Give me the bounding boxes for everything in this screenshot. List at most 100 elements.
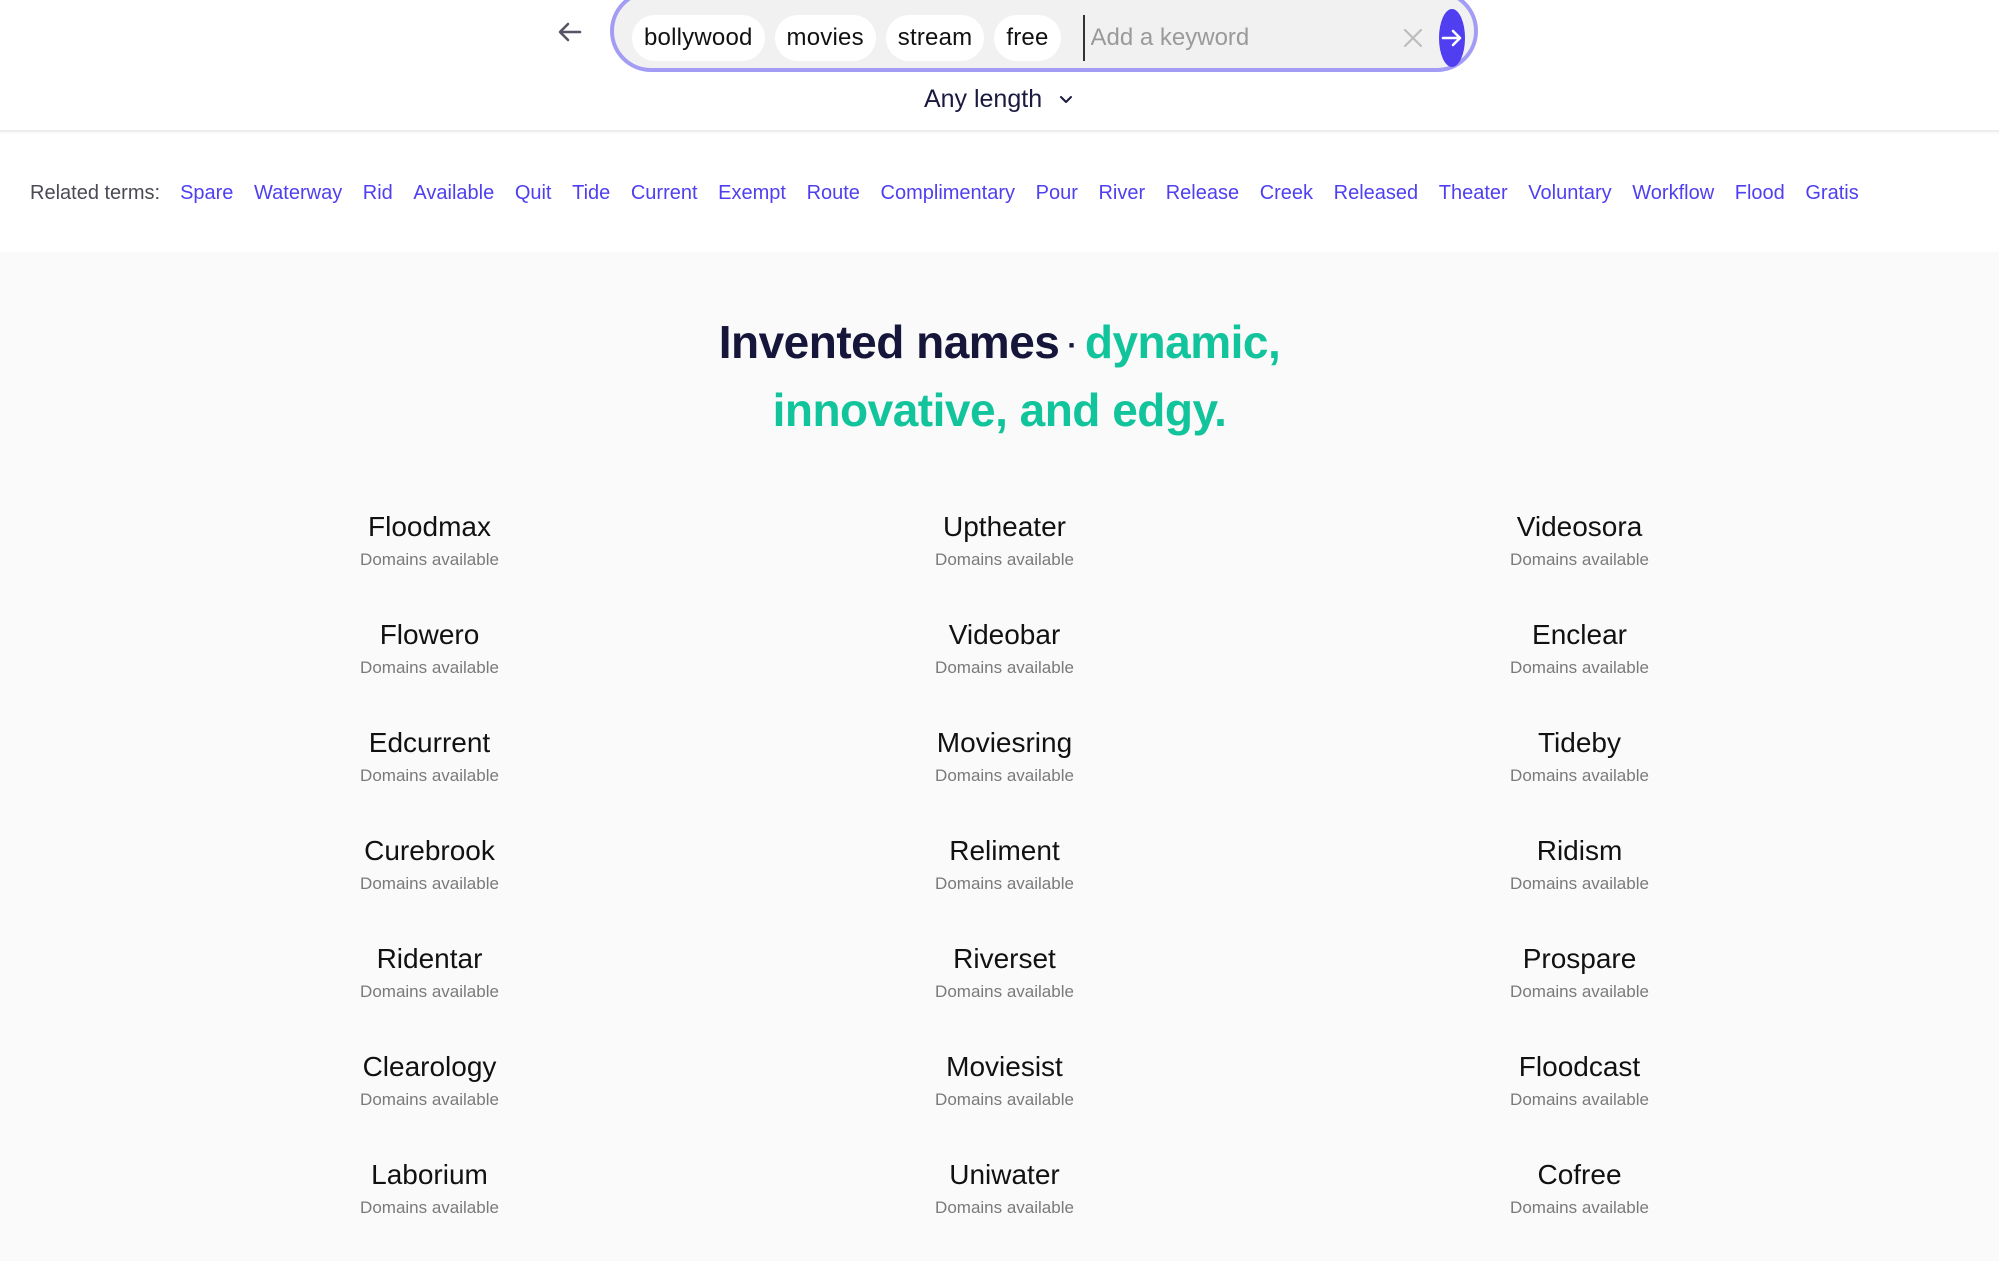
name-result[interactable]: Moviesist Domains available [717,1045,1292,1153]
related-term-link[interactable]: Voluntary [1528,182,1611,205]
result-name: Floodcast [1518,1051,1641,1082]
name-result[interactable]: Prospare Domains available [1292,937,1867,1045]
name-result[interactable]: Videosora Domains available [1292,505,1867,613]
search-submit-button[interactable] [1438,9,1465,67]
name-result[interactable]: Riverset Domains available [717,937,1292,1045]
related-term-link[interactable]: Tide [572,182,610,205]
result-name: Ridentar [376,943,483,974]
name-result[interactable]: Floodmax Domains available [142,505,717,613]
result-name: Curebrook [364,835,495,866]
result-status: Domains available [935,766,1074,785]
name-result[interactable]: Ridism Domains available [1292,829,1867,937]
related-term-link[interactable]: River [1098,182,1145,205]
related-term-link[interactable]: Available [413,182,494,205]
related-term-link[interactable]: Release [1166,182,1239,205]
chevron-down-icon [1060,96,1073,104]
result-name: Videosora [1516,511,1643,542]
name-result[interactable]: Laborium Domains available [142,1153,717,1261]
name-result[interactable]: Edcurrent Domains available [142,721,717,829]
heading-tagline-line2: innovative, and edgy. [772,383,1227,436]
arrow-left-icon [558,22,582,42]
related-term-link[interactable]: Workflow [1632,182,1714,205]
keyword-chip[interactable]: bollywood [632,15,765,61]
result-name: Cofree [1537,1159,1622,1190]
results-row: Clearology Domains available Moviesist Dom… [0,1045,1999,1153]
section-heading: Invented names · dynamic, innovative, and … [0,310,1999,442]
result-status: Domains available [1510,1198,1649,1217]
name-result[interactable]: Curebrook Domains available [142,829,717,937]
result-name: Clearology [362,1051,497,1082]
name-result[interactable]: Clearology Domains available [142,1045,717,1153]
heading-title: Invented names [718,316,1060,368]
related-term-link[interactable]: Flood [1735,182,1785,205]
result-status: Domains available [935,1198,1074,1217]
keyword-search-bar: bollywood movies stream free [610,0,1478,72]
result-status: Domains available [360,874,499,893]
result-name: Uniwater [949,1159,1060,1190]
name-result[interactable]: Ridentar Domains available [142,937,717,1045]
result-name: Flowero [379,619,480,650]
related-term-link[interactable]: Theater [1439,182,1508,205]
result-name: Floodmax [368,511,491,542]
related-term-link[interactable]: Current [631,182,698,205]
clear-button[interactable] [1401,18,1425,58]
heading-separator: · [1067,328,1077,362]
result-status: Domains available [360,1090,499,1109]
related-term-link[interactable]: Exempt [718,182,786,205]
related-term-link[interactable]: Released [1334,182,1419,205]
related-term-link[interactable]: Rid [363,182,393,205]
result-status: Domains available [935,658,1074,677]
related-term-link[interactable]: Quit [515,182,552,205]
results-row: Edcurrent Domains available Moviesring Dom… [0,721,1999,829]
keyword-chip[interactable]: movies [774,15,876,61]
related-terms-label: Related terms: [30,181,161,204]
keyword-chip[interactable]: stream [885,15,985,61]
related-term-link[interactable]: Complimentary [881,182,1015,205]
result-name: Edcurrent [368,727,491,758]
keyword-chip[interactable]: free [994,15,1061,61]
related-term-link[interactable]: Route [807,182,860,205]
name-result[interactable]: Floodcast Domains available [1292,1045,1867,1153]
name-result[interactable]: Moviesring Domains available [717,721,1292,829]
related-term-link[interactable]: Waterway [254,182,342,205]
related-term-link[interactable]: Creek [1260,182,1313,205]
related-terms-bar: Related terms: Spare Waterway Rid Availa… [0,134,1999,252]
search-header: bollywood movies stream free Any length [0,0,1999,132]
results-row: Flowero Domains available Videobar Domains… [0,613,1999,721]
name-result[interactable]: Videobar Domains available [717,613,1292,721]
result-status: Domains available [935,874,1074,893]
name-result[interactable]: Reliment Domains available [717,829,1292,937]
arrow-right-icon [1441,29,1461,47]
result-name: Ridism [1536,835,1623,866]
result-status: Domains available [1510,982,1649,1001]
result-name: Enclear [1532,619,1627,650]
name-result[interactable]: Cofree Domains available [1292,1153,1867,1261]
keyword-input[interactable] [1082,15,1401,61]
result-name: Uptheater [943,511,1066,542]
result-status: Domains available [1510,766,1649,785]
heading-tagline-line1: dynamic, [1084,316,1281,368]
result-name: Moviesist [946,1051,1063,1082]
results-row: Floodmax Domains available Uptheater Domai… [0,505,1999,613]
results-row: Ridentar Domains available Riverset Domain… [0,937,1999,1045]
name-results-grid: Floodmax Domains available Uptheater Domai… [0,505,1999,1261]
result-status: Domains available [360,550,499,569]
name-result[interactable]: Enclear Domains available [1292,613,1867,721]
length-filter-dropdown[interactable]: Any length [0,84,1999,114]
name-result[interactable]: Uniwater Domains available [717,1153,1292,1261]
result-status: Domains available [935,550,1074,569]
result-name: Prospare [1522,943,1637,974]
related-term-link[interactable]: Gratis [1805,182,1858,205]
result-name: Moviesring [936,727,1073,758]
back-button[interactable] [552,14,588,50]
related-term-link[interactable]: Pour [1036,182,1078,205]
name-result[interactable]: Tideby Domains available [1292,721,1867,829]
related-term-link[interactable]: Spare [180,182,233,205]
result-name: Riverset [953,943,1056,974]
result-status: Domains available [935,982,1074,1001]
name-result[interactable]: Flowero Domains available [142,613,717,721]
result-status: Domains available [360,766,499,785]
result-status: Domains available [360,982,499,1001]
results-row: Curebrook Domains available Reliment Domai… [0,829,1999,937]
name-result[interactable]: Uptheater Domains available [717,505,1292,613]
